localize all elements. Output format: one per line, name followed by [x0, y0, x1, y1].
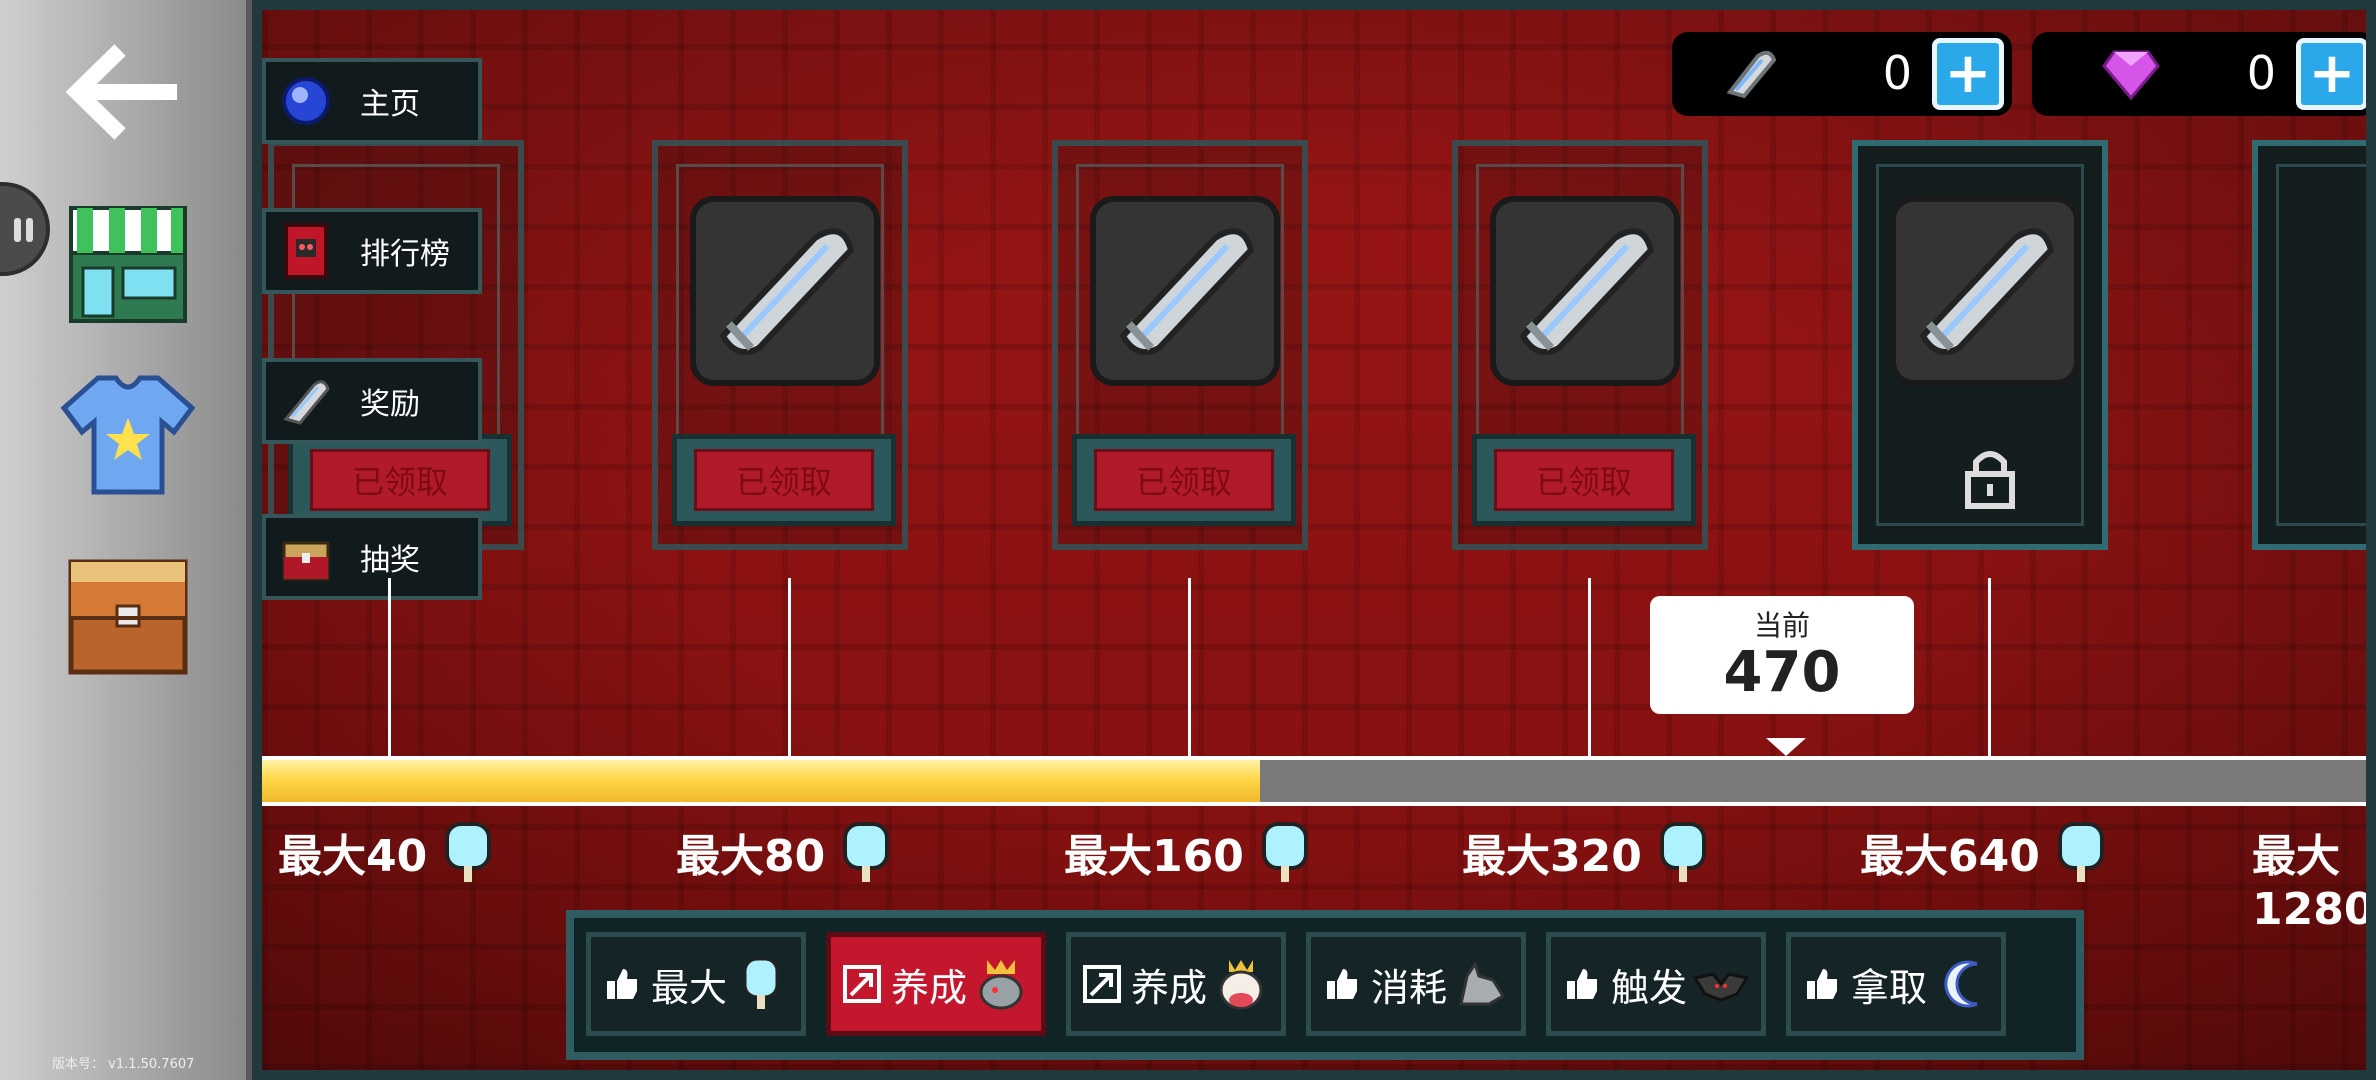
- menu-lottery[interactable]: 抽奖: [262, 514, 482, 600]
- thumbs-up-icon: [606, 969, 637, 999]
- reward-card-2[interactable]: 已领取: [652, 140, 908, 550]
- bullet-icon: [283, 380, 330, 425]
- popsicle-icon: [1659, 822, 1706, 882]
- wolf-icon: [1459, 960, 1506, 1006]
- skins-button[interactable]: [55, 360, 200, 505]
- version-label: 版本号： v1.1.50.7607: [52, 1057, 195, 1072]
- ammo-currency: 0 +: [1672, 32, 2012, 116]
- battle-pass-panel: 0 + 0 + 已领取 已领取 已领取 已领取 主页 排行榜 奖励 抽奖 当前 …: [252, 0, 2376, 1080]
- milestone-label-3: 最大160: [1064, 820, 1312, 884]
- cow-icon: [1219, 960, 1263, 1010]
- popsicle-icon: [743, 957, 779, 1009]
- treasure-chest-icon: [282, 541, 330, 581]
- shop-button[interactable]: [55, 190, 200, 335]
- reward-card-1[interactable]: 已领取: [268, 140, 524, 550]
- growth-arrow-icon: [842, 965, 881, 1003]
- filter-max[interactable]: 最大: [586, 932, 806, 1036]
- left-sidebar: 版本号： v1.1.50.7607: [0, 0, 252, 1080]
- gem-icon: [2102, 50, 2160, 100]
- blue-orb-icon: [282, 77, 330, 125]
- bullet-icon: [1919, 228, 2055, 355]
- claimed-badge: 已领取: [672, 434, 896, 526]
- thumbs-up-icon: [1566, 969, 1597, 999]
- thumbs-up-icon: [1326, 969, 1357, 999]
- bullet-icon: [1119, 228, 1255, 355]
- milestone-label-2: 最大80: [676, 820, 893, 884]
- back-arrow-icon: [65, 44, 177, 140]
- gem-currency: 0 +: [2032, 32, 2366, 116]
- progress-track: [262, 756, 2366, 806]
- menu-home[interactable]: 主页: [262, 58, 482, 144]
- filter-growth-wolf[interactable]: 养成: [826, 932, 1046, 1036]
- reward-item-slot: [1090, 196, 1280, 386]
- gem-amount: 0: [2246, 46, 2276, 100]
- popsicle-icon: [445, 822, 492, 882]
- current-pointer: [1766, 738, 1806, 756]
- reward-card-4[interactable]: 已领取: [1452, 140, 1708, 550]
- bat-icon: [1693, 972, 1749, 1002]
- progress-fill: [262, 760, 1261, 802]
- red-banner-icon: [284, 223, 328, 279]
- crescent-moon-icon: [1944, 960, 1978, 1008]
- claimed-badge: 已领取: [1072, 434, 1296, 526]
- bullet-currency-icon: [1726, 50, 1777, 99]
- current-label: 当前: [1753, 609, 1810, 642]
- add-gem-button[interactable]: +: [2296, 38, 2366, 110]
- add-ammo-button[interactable]: +: [1932, 38, 2004, 110]
- drawer-handle[interactable]: [0, 182, 50, 276]
- reward-item-slot: [1890, 196, 2080, 386]
- milestone-label-1: 最大40: [278, 820, 495, 884]
- reward-item-slot: [690, 196, 880, 386]
- menu-rewards[interactable]: 奖励: [262, 358, 482, 444]
- thumbs-up-icon: [1806, 969, 1837, 999]
- ammo-amount: 0: [1882, 46, 1912, 100]
- growth-arrow-icon: [1082, 965, 1121, 1003]
- filter-trigger[interactable]: 触发: [1546, 932, 1766, 1036]
- current-value-bubble: 当前 470: [1650, 596, 1914, 714]
- popsicle-icon: [2057, 822, 2104, 882]
- filter-bar: 最大 养成 养成 消耗 触发 拿取: [566, 910, 2084, 1060]
- current-value: 470: [1723, 640, 1841, 705]
- back-button[interactable]: [40, 22, 210, 162]
- backpack-button[interactable]: [55, 540, 200, 685]
- filter-take[interactable]: 拿取: [1786, 932, 2006, 1036]
- claimed-badge: 已领取: [1472, 434, 1696, 526]
- filter-consume[interactable]: 消耗: [1306, 932, 1526, 1036]
- reward-item-slot: [1490, 196, 1680, 386]
- reward-card-3[interactable]: 已领取: [1052, 140, 1308, 550]
- tshirt-icon: [60, 375, 195, 494]
- menu-leaderboard[interactable]: 排行榜: [262, 208, 482, 294]
- filter-growth-cow[interactable]: 养成: [1066, 932, 1286, 1036]
- milestone-label-5: 最大640: [1860, 820, 2108, 884]
- lock-icon: [1965, 451, 2015, 509]
- bullet-icon: [1519, 228, 1655, 355]
- shop-icon: [68, 205, 187, 323]
- claimed-badge: 已领取: [288, 434, 512, 526]
- popsicle-icon: [843, 822, 890, 882]
- popsicle-icon: [1261, 822, 1308, 882]
- bullet-icon: [719, 228, 855, 355]
- reward-card-6[interactable]: [2252, 140, 2366, 550]
- backpack-icon: [68, 559, 187, 674]
- wolf-king-icon: [979, 960, 1023, 1010]
- milestone-label-6: 最大1280: [2252, 831, 2375, 935]
- milestone-label-4: 最大320: [1462, 820, 1710, 884]
- reward-card-5[interactable]: [1852, 140, 2108, 550]
